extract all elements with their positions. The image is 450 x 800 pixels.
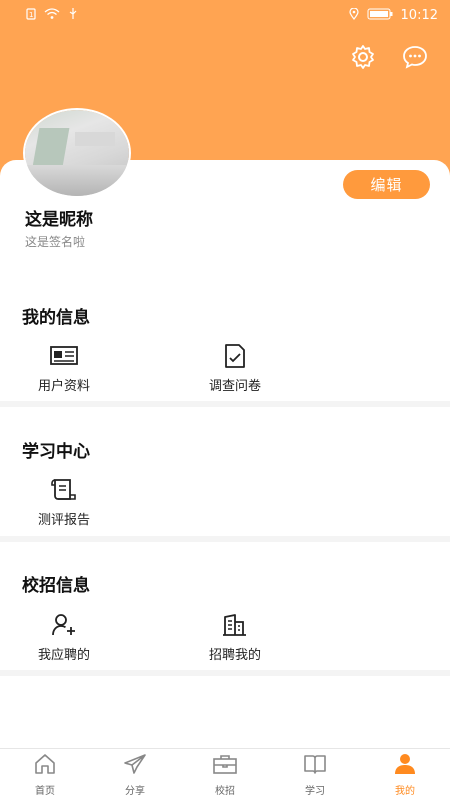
section-title-learning-center: 学习中心 xyxy=(22,442,90,462)
section-divider xyxy=(0,401,450,407)
tab-share[interactable]: 分享 xyxy=(90,749,180,800)
section-title-campus-recruitment: 校招信息 xyxy=(22,576,90,596)
briefcase-icon xyxy=(212,753,238,779)
tab-share-label: 分享 xyxy=(125,785,145,797)
recruiting-me-item[interactable]: 招聘我的 xyxy=(180,612,290,663)
user-profile-item[interactable]: 用户资料 xyxy=(9,343,119,394)
tab-campus[interactable]: 校招 xyxy=(180,749,270,800)
tab-mine-label: 我的 xyxy=(395,785,415,797)
bottom-tab-bar: 首页 分享 校招 学习 我的 xyxy=(0,748,450,800)
my-applications-label: 我应聘的 xyxy=(37,648,90,663)
location-icon xyxy=(348,6,359,23)
status-bar: 1 10:12 xyxy=(0,0,450,30)
tab-mine[interactable]: 我的 xyxy=(360,749,450,800)
section-divider xyxy=(0,536,450,542)
section-title-my-info: 我的信息 xyxy=(22,308,90,328)
tab-study[interactable]: 学习 xyxy=(270,749,360,800)
paper-plane-icon xyxy=(123,753,147,779)
tab-home-label: 首页 xyxy=(35,785,55,797)
recruiting-me-label: 招聘我的 xyxy=(208,648,261,663)
battery-icon xyxy=(367,8,393,23)
svg-text:1: 1 xyxy=(29,11,33,19)
nickname: 这是昵称 xyxy=(25,210,93,230)
tab-campus-label: 校招 xyxy=(215,785,235,797)
building-icon xyxy=(220,612,250,638)
id-card-icon xyxy=(49,343,79,369)
tab-study-label: 学习 xyxy=(305,785,325,797)
section-divider xyxy=(0,670,450,676)
book-icon xyxy=(303,753,327,779)
message-icon[interactable] xyxy=(402,44,428,70)
survey-item[interactable]: 调查问卷 xyxy=(180,343,290,394)
tab-home[interactable]: 首页 xyxy=(0,749,90,800)
sim-icon: 1 xyxy=(26,7,36,23)
survey-icon xyxy=(220,343,250,369)
wifi-icon xyxy=(44,7,60,23)
my-applications-item[interactable]: 我应聘的 xyxy=(9,612,119,663)
user-add-icon xyxy=(49,612,79,638)
report-scroll-icon xyxy=(49,477,79,503)
survey-label: 调查问卷 xyxy=(208,379,261,394)
signature: 这是签名啦 xyxy=(25,235,86,249)
person-icon xyxy=(394,753,416,779)
edit-profile-button[interactable]: 编辑 xyxy=(343,170,430,199)
assessment-report-label: 测评报告 xyxy=(37,513,90,528)
settings-gear-icon[interactable] xyxy=(350,44,376,70)
assessment-report-item[interactable]: 测评报告 xyxy=(9,477,119,528)
status-time: 10:12 xyxy=(400,7,438,23)
usb-icon xyxy=(68,7,78,23)
user-profile-label: 用户资料 xyxy=(37,379,90,394)
avatar[interactable] xyxy=(25,110,129,196)
home-icon xyxy=(34,753,56,779)
